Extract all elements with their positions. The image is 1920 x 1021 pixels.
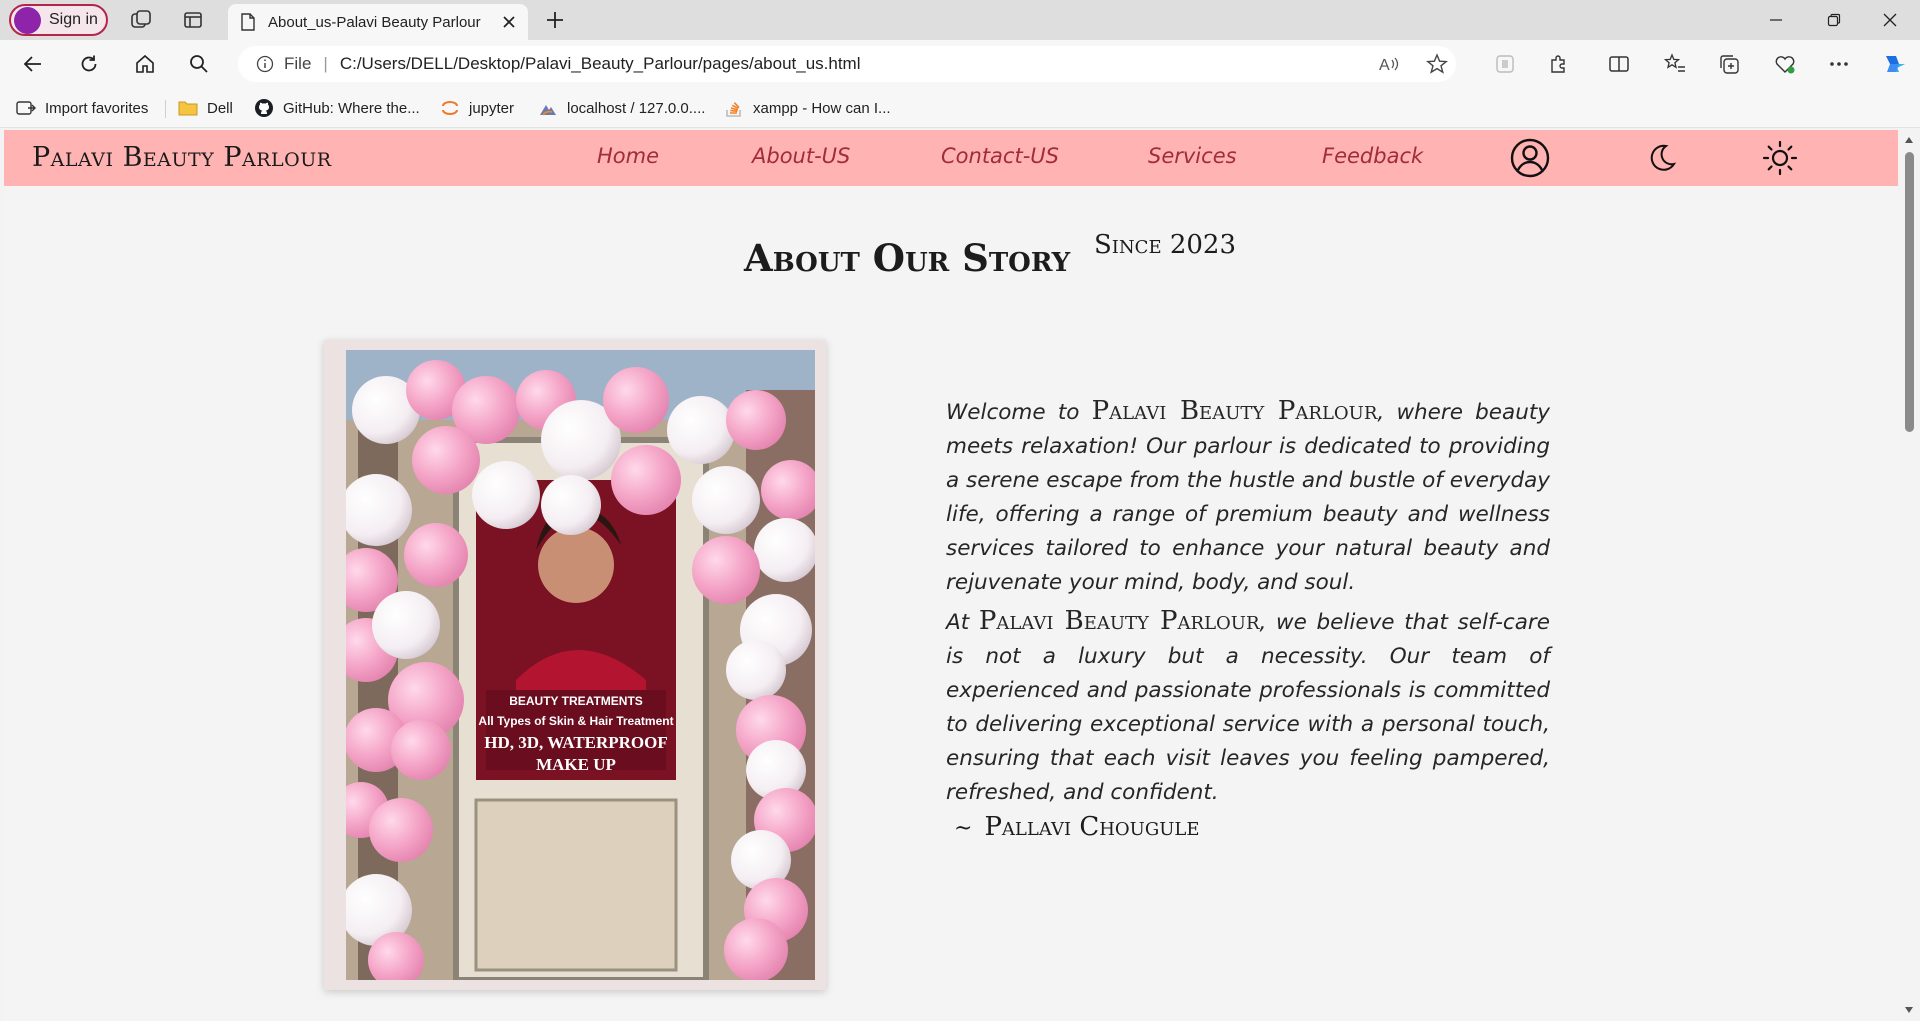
collections-icon[interactable] — [1716, 52, 1742, 76]
photo-sign-line-3: HD, 3D, WATERPROOF — [484, 733, 668, 752]
favorite-label: jupyter — [469, 99, 515, 117]
favorite-dell[interactable]: Dell — [178, 98, 233, 118]
sign-in-label: Sign in — [49, 11, 98, 28]
scrollbar-thumb[interactable] — [1905, 152, 1914, 432]
owner-signature: ~ Pallavi Chougule — [954, 812, 1199, 842]
paragraph-prefix: At — [946, 610, 970, 635]
favorite-localhost[interactable]: localhost / 127.0.0.... — [538, 98, 705, 118]
browser-tab-strip: Sign in About_us-Palavi Beauty Parlour — [0, 0, 1920, 40]
page-viewport: Palavi Beauty Parlour Home About-US Cont… — [4, 130, 1898, 1021]
close-window-icon[interactable] — [1862, 0, 1918, 40]
brand-name-inline: Palavi Beauty Parlour — [1091, 396, 1378, 426]
workspaces-icon[interactable] — [128, 8, 154, 32]
sign-in-button[interactable]: Sign in — [9, 4, 108, 36]
favorites-list-icon[interactable] — [1662, 52, 1688, 76]
read-aloud-icon[interactable]: A — [1376, 52, 1402, 76]
split-screen-icon[interactable] — [1606, 52, 1632, 76]
nav-home[interactable]: Home — [597, 144, 659, 168]
paragraph-body: , where beauty meets relaxation! Our par… — [946, 400, 1550, 595]
extensions-icon[interactable] — [1546, 52, 1572, 76]
signature-tilde: ~ — [954, 816, 973, 841]
nav-contact-us[interactable]: Contact-US — [941, 144, 1059, 168]
favorite-label: xampp - How can I... — [753, 99, 891, 117]
favorite-import[interactable]: Import favorites — [16, 98, 148, 118]
new-tab-icon[interactable] — [542, 8, 568, 32]
home-icon[interactable] — [132, 52, 158, 76]
favorite-label: GitHub: Where the... — [283, 99, 420, 117]
address-bar[interactable]: File | C:/Users/DELL/Desktop/Palavi_Beau… — [238, 46, 1456, 82]
tab-actions-icon[interactable] — [180, 8, 206, 32]
about-paragraph-welcome: Welcome to Palavi Beauty Parlour, where … — [946, 394, 1550, 600]
dark-mode-moon-icon[interactable] — [1642, 138, 1682, 178]
close-tab-icon[interactable] — [502, 15, 516, 29]
profile-avatar-icon — [14, 6, 41, 34]
light-mode-sun-icon[interactable] — [1760, 138, 1800, 178]
nav-services[interactable]: Services — [1148, 144, 1237, 168]
signature-name: Pallavi Chougule — [984, 812, 1200, 842]
favorite-label: localhost / 127.0.0.... — [567, 99, 706, 117]
favorite-jupyter[interactable]: jupyter — [440, 98, 514, 118]
back-icon[interactable] — [20, 52, 46, 76]
photo-sign-line-4: MAKE UP — [536, 755, 616, 774]
folder-icon — [178, 98, 198, 118]
about-paragraph-self-care: At Palavi Beauty Parlour, we believe tha… — [946, 604, 1550, 810]
url-text[interactable]: C:/Users/DELL/Desktop/Palavi_Beauty_Parl… — [340, 54, 861, 74]
nav-feedback[interactable]: Feedback — [1322, 144, 1423, 168]
browser-toolbar: File | C:/Users/DELL/Desktop/Palavi_Beau… — [0, 40, 1920, 88]
svg-text:A: A — [1379, 57, 1390, 74]
scroll-down-arrow-icon[interactable] — [1904, 1006, 1914, 1014]
scroll-up-arrow-icon[interactable] — [1904, 136, 1914, 144]
page-icon — [241, 13, 255, 31]
jupyter-icon — [440, 98, 460, 118]
import-icon — [16, 98, 36, 118]
user-account-icon[interactable] — [1508, 136, 1552, 180]
parlour-photo-frame: BEAUTY TREATMENTS All Types of Skin & Ha… — [324, 340, 826, 990]
favorite-label: Import favorites — [45, 99, 149, 117]
brand-name-inline: Palavi Beauty Parlour — [978, 606, 1260, 636]
page-title: About Our Story — [744, 236, 1071, 280]
github-icon — [254, 98, 274, 118]
paragraph-body: , we believe that self-care is not a lux… — [946, 610, 1550, 805]
refresh-icon[interactable] — [76, 52, 102, 76]
favorites-divider — [165, 100, 166, 118]
site-brand[interactable]: Palavi Beauty Parlour — [32, 142, 332, 173]
parlour-entrance-photo: BEAUTY TREATMENTS All Types of Skin & Ha… — [346, 350, 815, 980]
tab-title: About_us-Palavi Beauty Parlour — [268, 13, 481, 31]
restore-icon[interactable] — [1806, 0, 1862, 40]
stackoverflow-icon — [724, 98, 744, 118]
favorite-github[interactable]: GitHub: Where the... — [254, 98, 420, 118]
browser-essentials-icon[interactable] — [1492, 52, 1518, 76]
scheme-label: File — [284, 54, 312, 73]
active-tab[interactable]: About_us-Palavi Beauty Parlour — [228, 4, 528, 40]
favorites-bar: Import favorites Dell GitHub: Where the.… — [0, 88, 1920, 128]
site-navbar: Palavi Beauty Parlour Home About-US Cont… — [4, 130, 1898, 186]
search-icon[interactable] — [186, 52, 212, 76]
copilot-icon[interactable] — [1880, 50, 1910, 78]
favorite-star-icon[interactable] — [1424, 52, 1450, 76]
minimize-icon[interactable] — [1748, 0, 1804, 40]
paragraph-prefix: Welcome to — [946, 400, 1080, 425]
photo-sign-line-2: All Types of Skin & Hair Treatment — [478, 714, 673, 728]
since-year: Since 2023 — [1094, 230, 1237, 260]
browser-health-icon[interactable] — [1772, 52, 1798, 76]
nav-about-us[interactable]: About-US — [752, 144, 850, 168]
favorite-label: Dell — [207, 99, 233, 117]
phpmyadmin-icon — [538, 98, 558, 118]
address-separator: | — [323, 54, 328, 73]
page-scrollbar[interactable] — [1898, 130, 1920, 1021]
info-icon[interactable] — [256, 55, 274, 73]
favorite-xampp[interactable]: xampp - How can I... — [724, 98, 891, 118]
more-options-icon[interactable] — [1826, 52, 1852, 76]
photo-sign-line-1: BEAUTY TREATMENTS — [509, 694, 643, 708]
